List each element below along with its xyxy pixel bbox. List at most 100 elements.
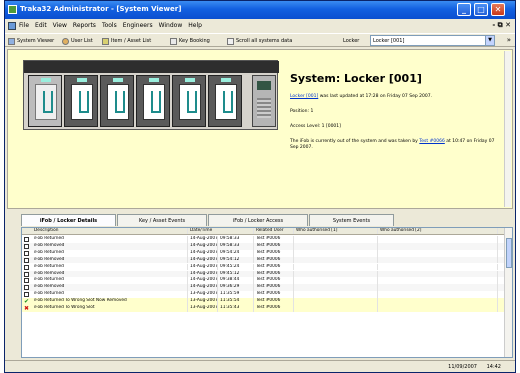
menu-item-help[interactable]: Help: [188, 22, 202, 29]
document-icon: [24, 237, 29, 242]
cell-authorised-2: [378, 305, 498, 312]
locker-select-value: Locker [001]: [373, 38, 405, 44]
application-window: Traka32 Administrator - [System Viewer] …: [4, 0, 516, 373]
locker-slot-4[interactable]: [136, 75, 170, 127]
cell-related-user: Test #0006: [254, 298, 294, 305]
cell-time: 09:54:12: [218, 256, 254, 264]
cell-authorised-2: [378, 249, 498, 257]
table-row[interactable]: ✔ iFob Returned To Wrong Slot Now Removed…: [22, 298, 506, 305]
chevron-down-icon[interactable]: ▼: [485, 36, 494, 45]
table-row[interactable]: iFob Removed 14-Aug-2007 09:36:29 Test #000…: [22, 284, 506, 292]
cell-date: 14-Aug-2007: [190, 236, 218, 243]
table-row[interactable]: iFob Returned 14-Aug-2007 09:58:33 Test #00…: [22, 236, 506, 243]
ifob-status-detail: The iFob is currently out of the system …: [290, 139, 418, 144]
table-row[interactable]: iFob Returned 14-Aug-2007 09:38:44 Test #00…: [22, 277, 506, 285]
status-time: 14:42: [486, 364, 501, 370]
close-button[interactable]: ✕: [491, 3, 505, 16]
menu-item-edit[interactable]: Edit: [35, 22, 47, 29]
document-icon[interactable]: [8, 22, 16, 30]
slot-tag: [149, 78, 159, 82]
cell-related-user: Test #0006: [254, 236, 294, 243]
cell-date: 14-Aug-2007: [190, 256, 218, 264]
cell-description: iFob Removed: [32, 284, 188, 292]
table-row[interactable]: iFob Returned 14-Aug-2007 09:45:24 Test #00…: [22, 263, 506, 271]
grid-scrollbar[interactable]: [504, 228, 512, 357]
document-icon: [24, 292, 29, 298]
menu-item-reports[interactable]: Reports: [73, 22, 96, 29]
menu-item-tools[interactable]: Tools: [102, 22, 117, 29]
menu-list: File Edit View Reports Tools Engineers Window H…: [19, 22, 202, 29]
cell-authorised-1: [294, 291, 378, 298]
table-row[interactable]: iFob Removed 14-Aug-2007 09:58:33 Test #000…: [22, 242, 506, 250]
table-row[interactable]: iFob Returned 13-Aug-2007 11:35:59 Test #00…: [22, 291, 506, 298]
tab-ifob-locker-details[interactable]: iFob / Locker Details: [21, 214, 116, 226]
scroll-all-systems-button[interactable]: Scroll all systems data: [227, 36, 292, 46]
col-description[interactable]: Description: [32, 228, 188, 234]
tab-system-events[interactable]: System Events: [309, 214, 394, 226]
locker-select[interactable]: Locker [001] ▼: [370, 35, 495, 46]
cell-time: 11:35:43: [218, 305, 254, 312]
cell-authorised-2: [378, 298, 498, 305]
system-viewer-label: System Viewer: [17, 38, 55, 44]
table-row[interactable]: iFob Removed 14-Aug-2007 09:54:12 Test #000…: [22, 256, 506, 264]
toolbar-overflow-icon[interactable]: »: [507, 36, 511, 44]
locker-slot-6[interactable]: [208, 75, 242, 127]
cell-authorised-2: [378, 256, 498, 264]
locker-slot-5[interactable]: [172, 75, 206, 127]
locker-slot-3[interactable]: [100, 75, 134, 127]
locker-slot-1[interactable]: [28, 75, 62, 127]
title-bar[interactable]: Traka32 Administrator - [System Viewer] …: [5, 1, 515, 19]
cell-time: 09:58:33: [218, 242, 254, 250]
item-asset-list-button[interactable]: Item / Asset List: [102, 36, 151, 46]
menu-item-file[interactable]: File: [19, 22, 29, 29]
cell-related-user: Test #0006: [254, 256, 294, 264]
cell-date: 14-Aug-2007: [190, 277, 218, 285]
table-row[interactable]: ✖ iFob Returned To Wrong Slot 13-Aug-2007 1…: [22, 305, 506, 312]
system-viewer-icon: [8, 37, 15, 45]
cell-time: 11:35:54: [218, 298, 254, 305]
system-viewer-button[interactable]: System Viewer: [8, 36, 54, 46]
tab-key-asset-events[interactable]: Key / Asset Events: [117, 214, 207, 226]
last-updated-detail: was last updated at 17:28 on Friday 07 S…: [319, 94, 433, 99]
col-authorised-1[interactable]: Who authorised [1]: [294, 228, 378, 234]
info-panel-scrollbar[interactable]: [504, 51, 511, 207]
scroll-thumb[interactable]: [506, 238, 512, 268]
cell-related-user: Test #0006: [254, 291, 294, 298]
tab-ifob-locker-access[interactable]: iFob / Locker Access: [208, 214, 308, 226]
cell-time: 09:58:33: [218, 236, 254, 243]
col-related-user[interactable]: Related User: [254, 228, 294, 234]
key-booking-button[interactable]: Key Booking: [170, 36, 210, 46]
menu-item-view[interactable]: View: [53, 22, 67, 29]
cell-related-user: Test #0006: [254, 249, 294, 257]
cell-description: iFob Removed: [32, 242, 188, 250]
slot-tag: [113, 78, 123, 82]
cell-description: iFob Returned: [32, 249, 188, 257]
cell-authorised-2: [378, 263, 498, 271]
slot-tag: [41, 78, 51, 82]
menu-bar: File Edit View Reports Tools Engineers Window H…: [5, 20, 515, 32]
menu-item-window[interactable]: Window: [159, 22, 183, 29]
cell-date: 14-Aug-2007: [190, 249, 218, 257]
col-authorised-2[interactable]: Who authorised [2]: [378, 228, 498, 234]
cell-authorised-2: [378, 242, 498, 250]
slot-tag: [185, 78, 195, 82]
cell-authorised-2: [378, 291, 498, 298]
user-link[interactable]: Test #0066: [419, 139, 445, 144]
menu-item-engineers[interactable]: Engineers: [123, 22, 153, 29]
locker-slot-2[interactable]: [64, 75, 98, 127]
calendar-icon: [170, 37, 177, 45]
table-row[interactable]: iFob Removed 14-Aug-2007 09:45:12 Test #000…: [22, 270, 506, 278]
col-datetime[interactable]: Date/Time: [188, 228, 254, 234]
cell-date: 13-Aug-2007: [190, 305, 218, 312]
cell-related-user: Test #0006: [254, 242, 294, 250]
mdi-controls[interactable]: - ⧉ ✕: [492, 21, 511, 30]
locker-link[interactable]: Locker [001]: [290, 94, 318, 99]
cell-date: 13-Aug-2007: [190, 298, 218, 305]
cell-description: iFob Returned: [32, 236, 188, 243]
maximize-button[interactable]: □: [474, 3, 488, 16]
cell-description: iFob Returned: [32, 277, 188, 285]
minimize-button[interactable]: _: [457, 3, 471, 16]
table-row[interactable]: iFob Returned 14-Aug-2007 09:54:24 Test #00…: [22, 249, 506, 257]
user-list-button[interactable]: User List: [62, 36, 93, 46]
key-booking-label: Key Booking: [179, 38, 210, 44]
